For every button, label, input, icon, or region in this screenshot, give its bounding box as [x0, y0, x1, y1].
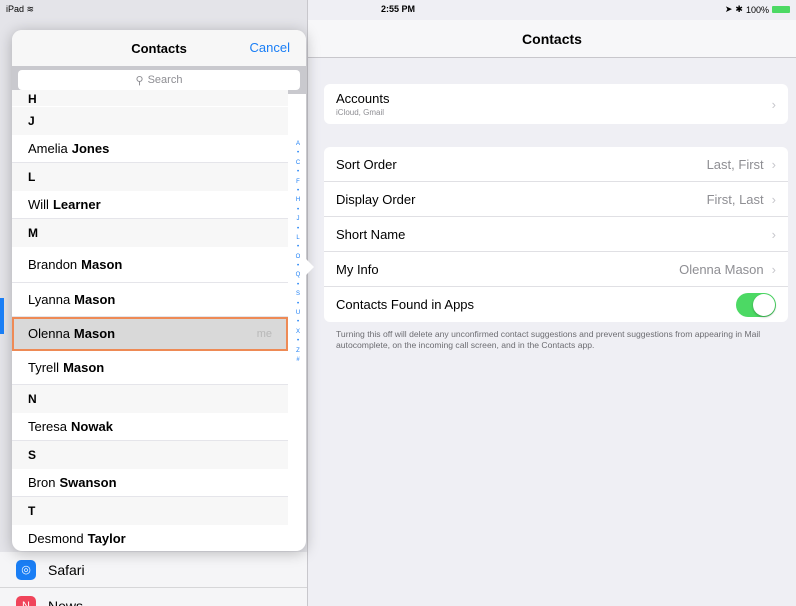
footnote: Turning this off will delete any unconfi…	[336, 329, 761, 350]
my-info-row[interactable]: My Info Olenna Mason ›	[324, 252, 788, 287]
accounts-label: Accounts	[336, 91, 390, 106]
section-header: J	[12, 107, 288, 135]
battery-percent: 100%	[745, 4, 769, 15]
section-header: N	[12, 385, 288, 413]
index-letter[interactable]: •	[297, 168, 299, 177]
index-letter[interactable]: U	[296, 309, 300, 318]
chevron-right-icon: ›	[771, 156, 776, 172]
contacts-found-toggle[interactable]	[736, 292, 776, 317]
index-letter[interactable]: •	[297, 225, 299, 234]
index-letter[interactable]: S	[296, 290, 300, 299]
section-header: L	[12, 163, 288, 191]
status-right: ➤ ✱ 100%	[725, 4, 790, 15]
index-letter[interactable]: •	[297, 187, 299, 196]
index-letter[interactable]: J	[297, 215, 300, 224]
contacts-found-row: Contacts Found in Apps	[324, 287, 788, 322]
section-header: T	[12, 497, 288, 525]
detail-pane: Accounts iCloud, Gmail › Sort Order Last…	[308, 58, 796, 606]
index-letter[interactable]: •	[297, 243, 299, 252]
index-letter[interactable]: •	[297, 300, 299, 309]
popover-arrow	[304, 257, 314, 277]
row-label: My Info	[336, 261, 379, 277]
cancel-button[interactable]: Cancel	[250, 40, 290, 55]
section-header: H	[12, 90, 288, 106]
chevron-right-icon: ›	[771, 191, 776, 207]
section-index[interactable]: A • C • F • H • J • L • O • Q • S • U • X • Z #	[292, 140, 304, 365]
index-letter[interactable]: O	[296, 253, 301, 262]
section-header: S	[12, 441, 288, 469]
display-order-row[interactable]: Display Order First, Last ›	[324, 182, 788, 217]
news-icon: N	[16, 595, 36, 606]
index-letter[interactable]: C	[296, 159, 300, 168]
me-tag: me	[256, 327, 272, 340]
index-letter[interactable]: •	[297, 262, 299, 271]
status-time: 2:55 PM	[380, 4, 415, 14]
detail-title: Contacts	[308, 20, 796, 58]
contacts-list: J Amelia Jones L Will Learner M Brandon Mas…	[12, 107, 288, 551]
search-icon: ⚲	[135, 74, 144, 87]
contact-row[interactable]: Desmond Taylor	[12, 525, 288, 551]
sidebar-item-label: Safari	[48, 561, 85, 578]
row-label: Sort Order	[336, 156, 397, 172]
popover-header: Contacts Cancel	[12, 30, 306, 66]
index-letter[interactable]: X	[296, 328, 300, 337]
row-label: Display Order	[336, 191, 416, 207]
contact-row[interactable]: Will Learner	[12, 191, 288, 219]
accounts-row[interactable]: Accounts iCloud, Gmail ›	[324, 84, 788, 124]
index-letter[interactable]: •	[297, 149, 299, 158]
index-letter[interactable]: Z	[296, 347, 300, 356]
index-letter[interactable]: A	[296, 140, 300, 149]
row-value: Last, First	[706, 156, 764, 172]
popover-title: Contacts	[131, 40, 187, 56]
battery-icon	[772, 6, 790, 13]
accounts-sub: iCloud, Gmail	[336, 108, 385, 117]
row-label: Short Name	[336, 226, 406, 242]
short-name-row[interactable]: Short Name ›	[324, 217, 788, 252]
settings-group: Sort Order Last, First › Display Order F…	[324, 147, 788, 322]
contact-row[interactable]: Tyrell Mason	[12, 351, 288, 385]
contact-row-selected[interactable]: Olenna Mason me	[12, 317, 288, 351]
sidebar-item-news[interactable]: N News	[0, 588, 307, 606]
chevron-right-icon: ›	[771, 261, 776, 277]
index-letter[interactable]: •	[297, 206, 299, 215]
row-label: Contacts Found in Apps	[336, 297, 475, 312]
contact-row[interactable]: Bron Swanson	[12, 469, 288, 497]
bluetooth-icon: ✱	[735, 4, 743, 14]
index-letter[interactable]: Q	[296, 271, 301, 280]
index-letter[interactable]: F	[296, 178, 300, 187]
index-letter[interactable]: •	[297, 337, 299, 346]
sort-order-row[interactable]: Sort Order Last, First ›	[324, 147, 788, 182]
accounts-group: Accounts iCloud, Gmail ›	[324, 84, 788, 124]
chevron-right-icon: ›	[771, 96, 776, 112]
contact-row[interactable]: Teresa Nowak	[12, 413, 288, 441]
contact-row[interactable]: Brandon Mason	[12, 247, 288, 283]
chevron-right-icon: ›	[771, 226, 776, 242]
section-header: M	[12, 219, 288, 247]
index-letter[interactable]: #	[296, 356, 299, 365]
row-value: Olenna Mason	[679, 261, 764, 277]
selection-indicator	[0, 298, 4, 334]
index-letter[interactable]: L	[296, 234, 299, 243]
safari-icon: ◎	[16, 559, 36, 580]
search-placeholder: Search	[147, 74, 183, 86]
index-letter[interactable]: H	[296, 196, 300, 205]
index-letter[interactable]: •	[297, 281, 299, 290]
sidebar-item-safari[interactable]: ◎ Safari	[0, 552, 307, 588]
search-input[interactable]: ⚲ Search	[18, 70, 300, 90]
contact-row[interactable]: Lyanna Mason	[12, 283, 288, 317]
index-letter[interactable]: •	[297, 318, 299, 327]
location-icon: ➤	[724, 4, 733, 14]
status-bar: iPad ≋ 2:55 PM ➤ ✱ 100%	[0, 0, 796, 20]
contacts-picker-popover: Contacts Cancel ⚲ Search H J Amelia Jones…	[12, 30, 306, 551]
sidebar-item-label: News	[48, 597, 84, 606]
row-value: First, Last	[706, 191, 764, 207]
contact-row[interactable]: Amelia Jones	[12, 135, 288, 163]
